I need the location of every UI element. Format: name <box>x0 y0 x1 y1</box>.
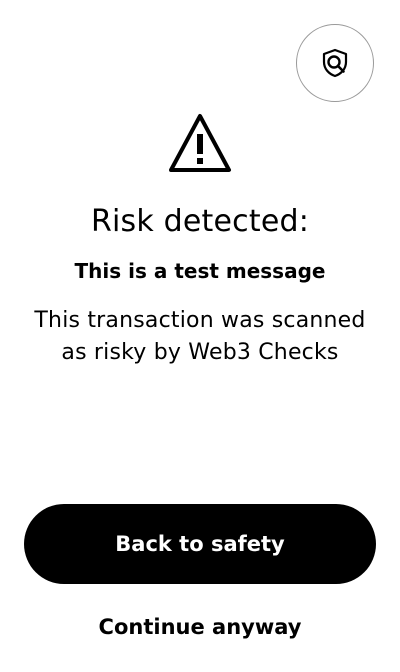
back-to-safety-button[interactable]: Back to safety <box>24 504 376 584</box>
scan-status-button[interactable] <box>296 24 374 102</box>
shield-search-icon <box>322 48 348 78</box>
risk-subtitle: This is a test message <box>74 259 326 283</box>
continue-anyway-button[interactable]: Continue anyway <box>0 612 400 642</box>
risk-title: Risk detected: <box>90 204 310 239</box>
risk-description: This transaction was scanned as risky by… <box>34 308 366 365</box>
warning-triangle-icon <box>169 114 231 172</box>
